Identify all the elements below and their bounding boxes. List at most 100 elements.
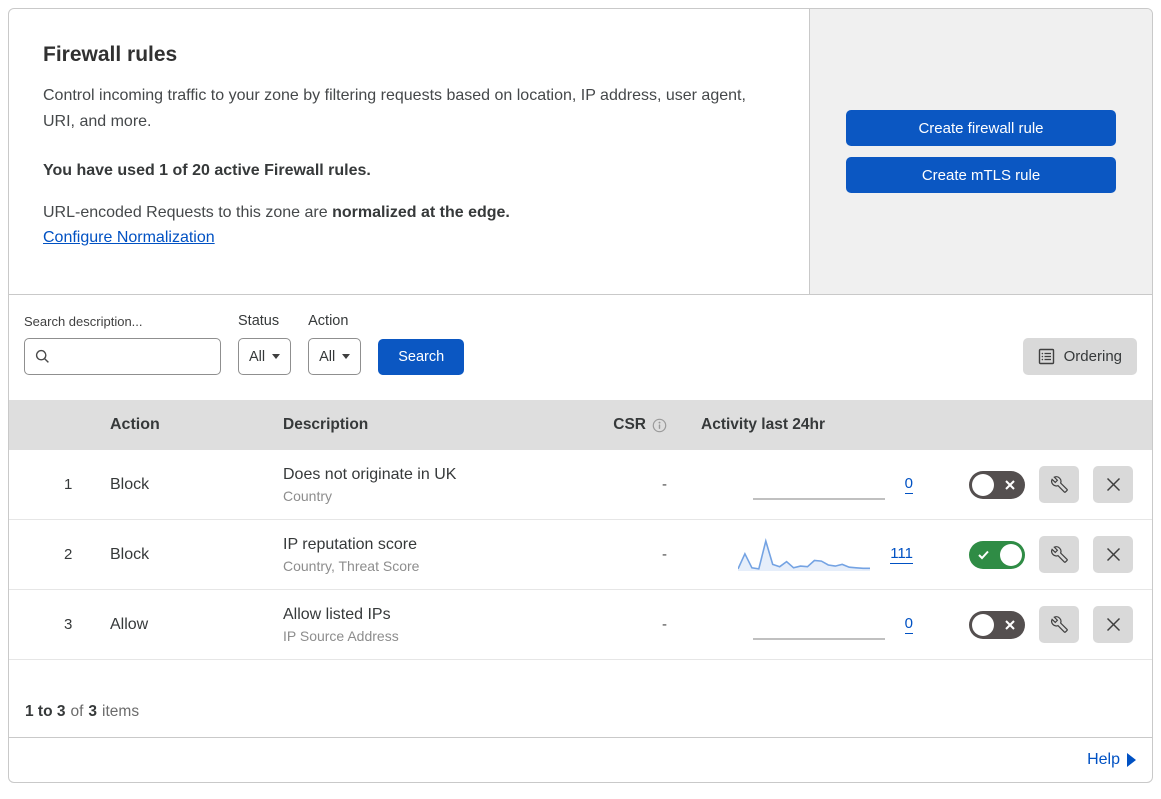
firewall-rules-card: Firewall rules Control incoming traffic … xyxy=(8,8,1153,783)
help-link[interactable]: Help xyxy=(1087,751,1136,769)
usage-summary: You have used 1 of 20 active Firewall ru… xyxy=(43,162,371,179)
rule-description-cell: Allow listed IPs IP Source Address xyxy=(275,606,585,644)
delete-rule-button[interactable] xyxy=(1093,466,1133,503)
search-icon xyxy=(35,349,50,364)
x-icon xyxy=(1005,619,1015,630)
header-description: Description xyxy=(283,416,369,433)
rule-priority: 2 xyxy=(64,546,73,563)
arrow-right-icon xyxy=(1127,753,1136,767)
pagination-of: of xyxy=(70,703,84,720)
csr-value: - xyxy=(662,616,667,633)
table-row: 3 Allow Allow listed IPs IP Source Addre… xyxy=(9,590,1152,660)
rule-csr-cell: - xyxy=(585,476,675,493)
activity-count-link[interactable]: 0 xyxy=(904,476,913,494)
rule-description: IP reputation score xyxy=(283,535,418,553)
close-icon xyxy=(1106,547,1121,562)
rule-enabled-toggle[interactable] xyxy=(969,610,1025,639)
help-link-label: Help xyxy=(1087,751,1120,768)
edit-rule-button[interactable] xyxy=(1039,466,1079,503)
rule-criteria: Country xyxy=(283,487,333,504)
normalization-bold: normalized at the edge. xyxy=(332,204,510,221)
info-icon[interactable] xyxy=(652,418,667,433)
actions-panel: Create firewall rule Create mTLS rule xyxy=(809,9,1152,294)
chevron-down-icon xyxy=(342,354,351,359)
rule-description: Does not originate in UK xyxy=(283,465,457,483)
csr-value: - xyxy=(662,546,667,563)
activity-sparkline xyxy=(752,467,885,503)
search-input-box[interactable] xyxy=(24,338,221,375)
header-csr: CSR xyxy=(585,416,675,434)
delete-rule-button[interactable] xyxy=(1093,536,1133,573)
rule-controls xyxy=(925,606,1152,643)
delete-rule-button[interactable] xyxy=(1093,606,1133,643)
search-input[interactable] xyxy=(58,348,210,365)
rule-enabled-toggle[interactable] xyxy=(969,470,1025,499)
search-label: Search description... xyxy=(24,314,143,329)
toggle-knob xyxy=(972,613,994,636)
header-activity: Activity last 24hr xyxy=(701,416,826,433)
create-firewall-rule-button[interactable]: Create firewall rule xyxy=(846,110,1116,146)
page-description: Control incoming traffic to your zone by… xyxy=(43,87,746,130)
status-dropdown[interactable]: All xyxy=(238,338,292,375)
rule-criteria: Country, Threat Score xyxy=(283,557,420,574)
rule-action: Block xyxy=(110,475,150,493)
header-csr-label: CSR xyxy=(613,416,646,433)
rule-activity-cell: 0 xyxy=(675,467,925,503)
close-icon xyxy=(1106,477,1121,492)
header-action: Action xyxy=(110,416,160,433)
activity-count-link[interactable]: 111 xyxy=(890,546,913,564)
search-button[interactable]: Search xyxy=(378,339,465,375)
toggle-knob xyxy=(1000,543,1022,566)
check-icon xyxy=(978,550,989,559)
edit-rule-button[interactable] xyxy=(1039,536,1079,573)
table-row: 2 Block IP reputation score Country, Thr… xyxy=(9,520,1152,590)
rule-enabled-toggle[interactable] xyxy=(969,540,1025,569)
pagination-summary: 1 to 3 of 3 items xyxy=(9,660,1152,738)
configure-normalization-link[interactable]: Configure Normalization xyxy=(43,229,215,247)
action-label: Action xyxy=(308,313,349,329)
wrench-icon xyxy=(1050,546,1068,563)
help-bar: Help xyxy=(9,738,1152,782)
action-dropdown[interactable]: All xyxy=(308,338,362,375)
activity-count-link[interactable]: 0 xyxy=(904,616,913,634)
wrench-icon xyxy=(1050,616,1068,633)
close-icon xyxy=(1106,617,1121,632)
rule-priority: 3 xyxy=(64,616,73,633)
status-filter-group: Status All xyxy=(238,313,292,375)
pagination-items: items xyxy=(102,703,140,720)
create-mtls-rule-button[interactable]: Create mTLS rule xyxy=(846,157,1116,193)
pagination-total: 3 xyxy=(88,703,98,720)
x-icon xyxy=(1005,479,1015,490)
overview-section: Firewall rules Control incoming traffic … xyxy=(9,9,1152,295)
rule-description: Allow listed IPs xyxy=(283,605,391,623)
activity-sparkline xyxy=(752,607,885,643)
ordering-button-label: Ordering xyxy=(1063,348,1122,365)
rule-csr-cell: - xyxy=(585,546,675,563)
action-selected-value: All xyxy=(319,348,336,365)
normalization-note: URL-encoded Requests to this zone are no… xyxy=(43,204,775,222)
rule-action: Allow xyxy=(110,615,149,633)
edit-rule-button[interactable] xyxy=(1039,606,1079,643)
table-header: Action Description CSR Activity last 24h… xyxy=(9,400,1152,450)
rule-description-cell: IP reputation score Country, Threat Scor… xyxy=(275,536,585,574)
activity-sparkline xyxy=(737,537,871,573)
normalization-text: URL-encoded Requests to this zone are xyxy=(43,204,333,221)
search-group: Search description... xyxy=(24,314,221,375)
rule-controls xyxy=(925,536,1152,573)
pagination-range: 1 to 3 xyxy=(25,703,66,720)
toggle-knob xyxy=(972,473,994,496)
table-row: 1 Block Does not originate in UK Country… xyxy=(9,450,1152,520)
filter-bar: Search description... Status All Action … xyxy=(9,295,1152,400)
action-filter-group: Action All xyxy=(308,313,362,375)
csr-value: - xyxy=(662,476,667,493)
status-selected-value: All xyxy=(249,348,266,365)
rule-description-cell: Does not originate in UK Country xyxy=(275,466,585,504)
rule-csr-cell: - xyxy=(585,616,675,633)
rule-priority: 1 xyxy=(64,476,73,493)
rule-activity-cell: 0 xyxy=(675,607,925,643)
rule-action: Block xyxy=(110,545,150,563)
ordering-list-icon xyxy=(1038,348,1055,365)
ordering-button[interactable]: Ordering xyxy=(1022,338,1137,375)
overview-text: Firewall rules Control incoming traffic … xyxy=(9,9,809,294)
rule-activity-cell: 111 xyxy=(675,537,925,573)
